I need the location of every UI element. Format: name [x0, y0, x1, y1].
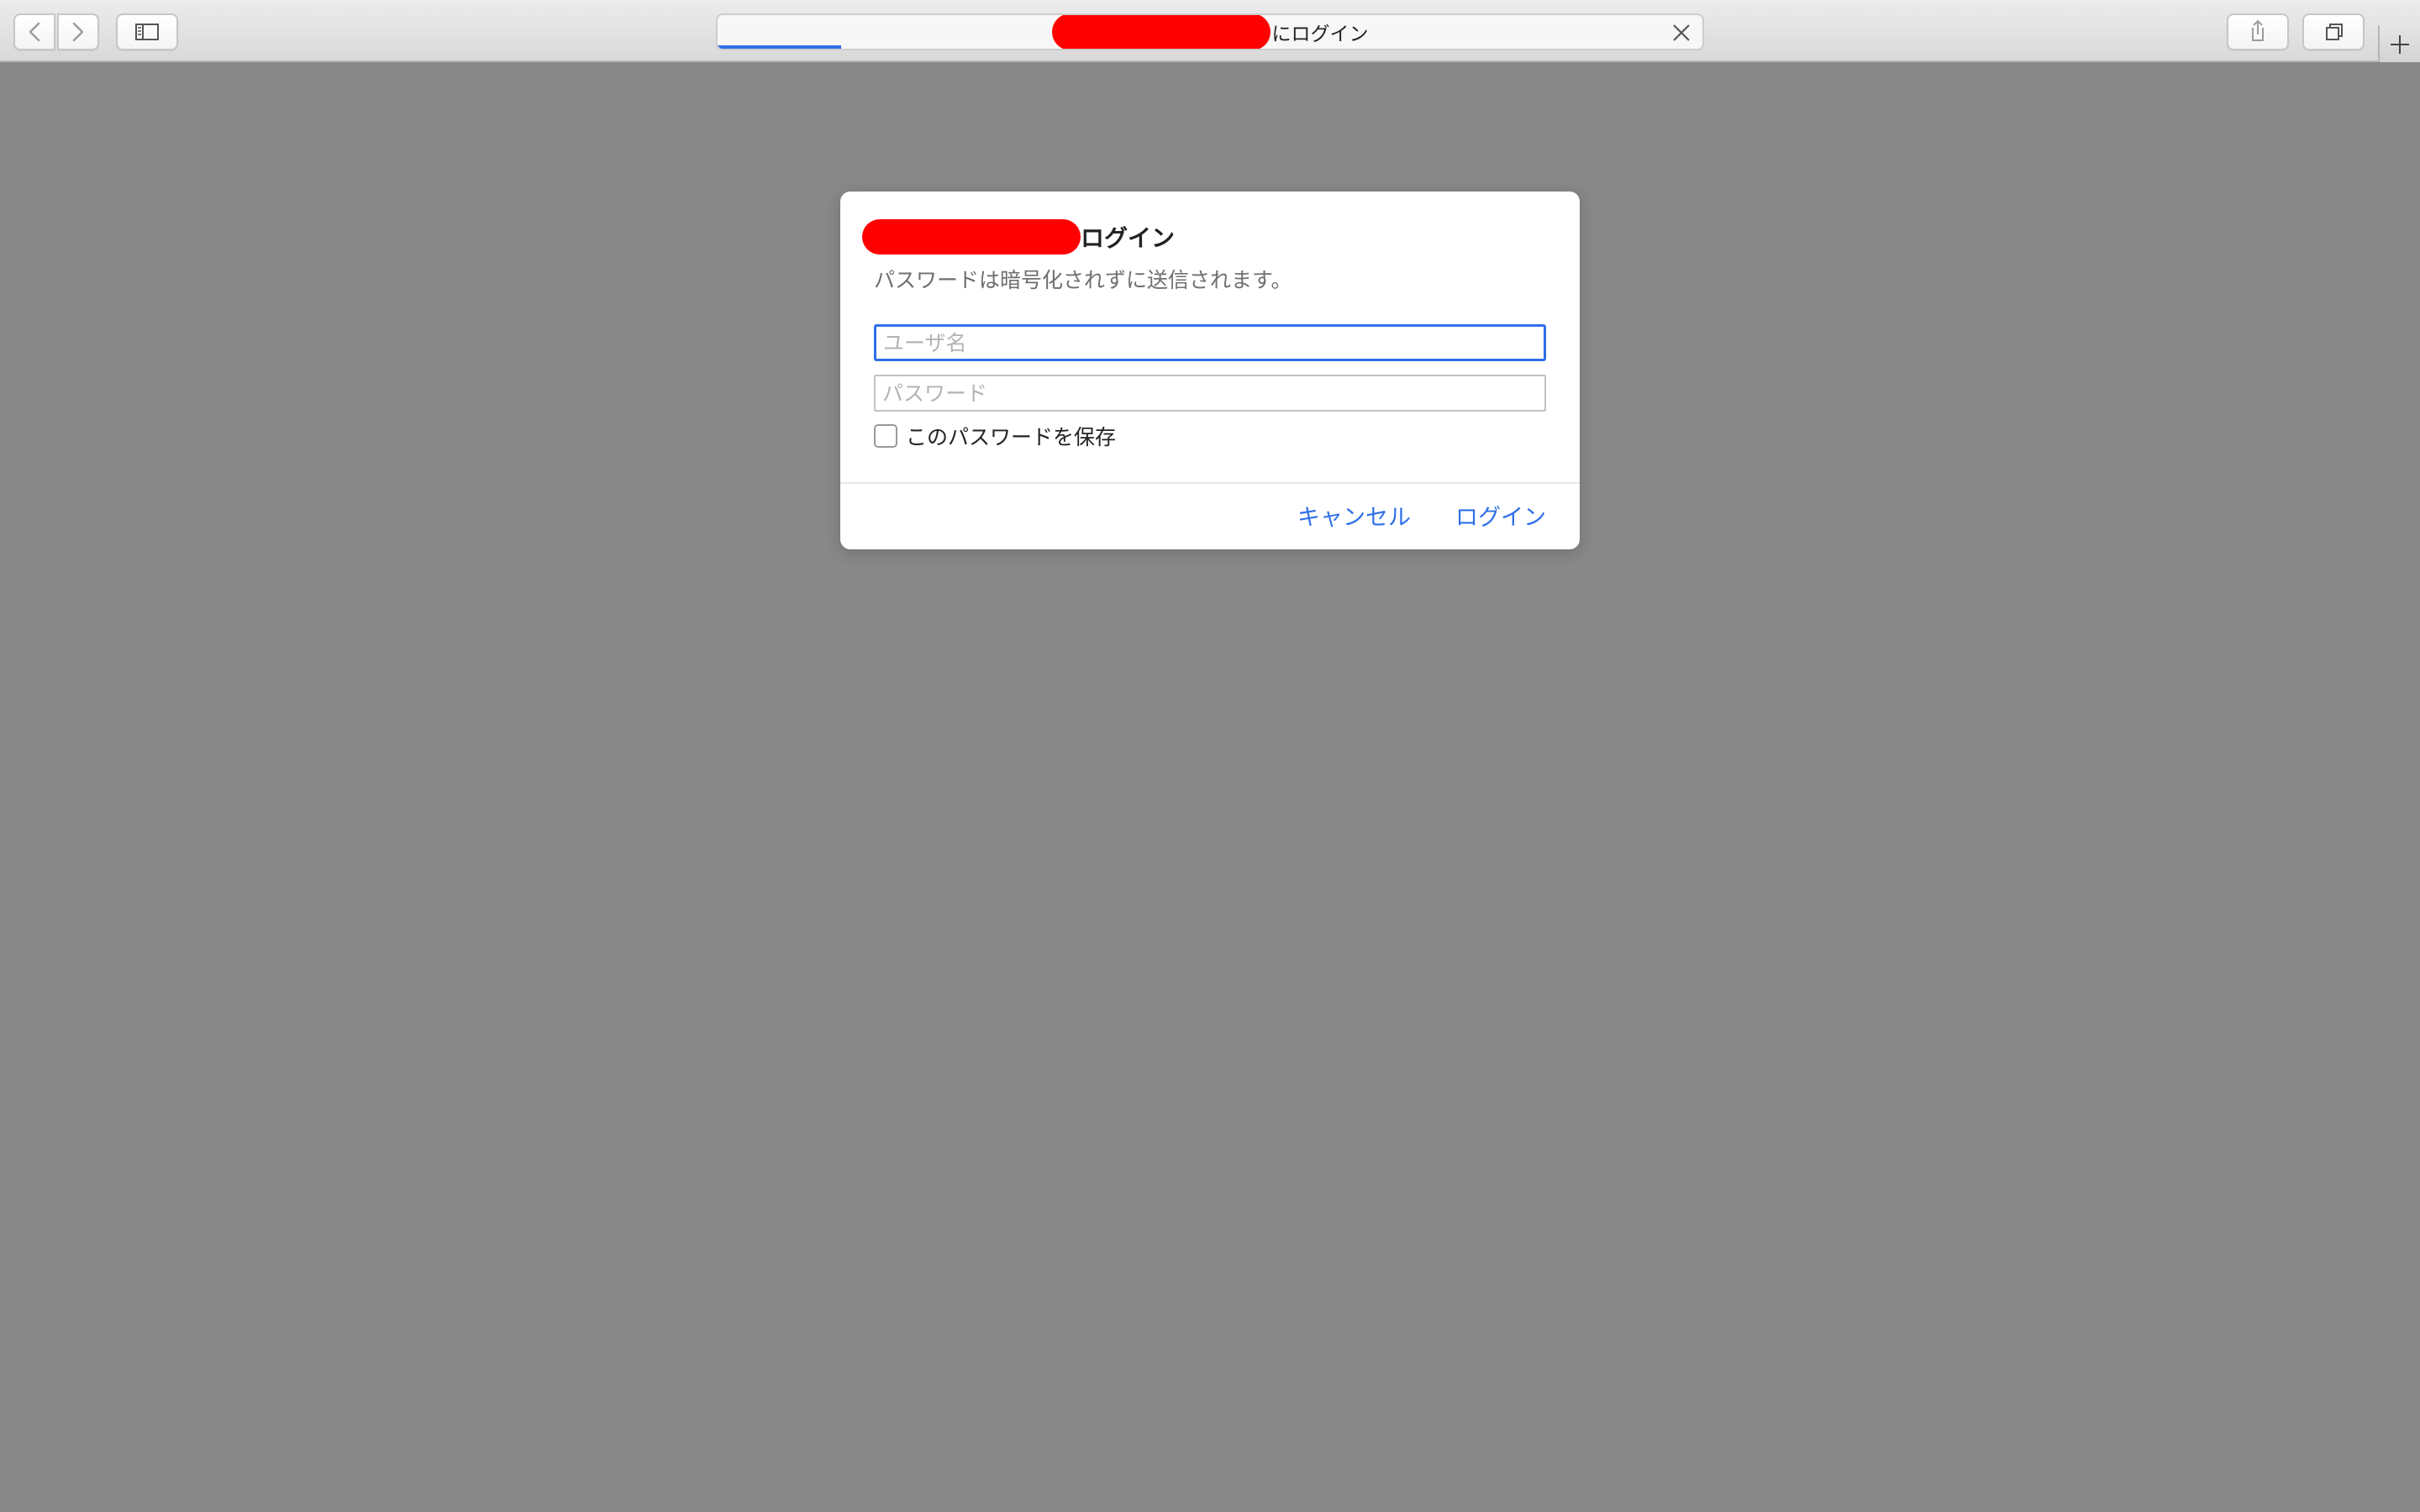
forward-button[interactable] [57, 13, 99, 50]
share-button[interactable] [2227, 13, 2289, 50]
redacted-site-name [862, 219, 1081, 255]
dialog-divider [840, 482, 1580, 484]
new-tab-button[interactable] [2378, 25, 2420, 64]
login-button[interactable]: ログイン [1455, 499, 1546, 532]
tab-title: にログイン [1271, 24, 1369, 45]
chevron-left-icon [29, 22, 40, 42]
cancel-button[interactable]: キャンセル [1297, 499, 1411, 532]
chevron-right-icon [72, 22, 84, 42]
save-password-checkbox[interactable] [874, 424, 897, 448]
back-button[interactable] [13, 13, 55, 50]
login-dialog: ログイン パスワードは暗号化されずに送信されます。 このパスワードを保存 キャン… [840, 192, 1580, 549]
dialog-title-text: ログイン [1081, 224, 1176, 252]
close-icon[interactable] [1670, 22, 1692, 44]
redacted-hostname [1051, 15, 1270, 49]
sidebar-icon [135, 24, 159, 40]
tab-overview-button[interactable] [2302, 13, 2365, 50]
address-bar[interactable]: にログイン [716, 13, 1704, 50]
dialog-subtitle: パスワードは暗号化されずに送信されます。 [874, 268, 1292, 292]
dialog-title: ログイン [862, 218, 1175, 255]
address-title: にログイン [718, 15, 1702, 49]
save-password-row[interactable]: このパスワードを保存 [874, 422, 1116, 450]
browser-toolbar: にログイン [0, 0, 2420, 64]
username-input[interactable] [874, 324, 1546, 361]
password-input[interactable] [874, 375, 1546, 412]
share-icon [2252, 19, 2264, 41]
tab-overview-icon [2326, 24, 2343, 40]
save-password-label: このパスワードを保存 [906, 425, 1117, 449]
sidebar-toggle-button[interactable] [116, 13, 178, 50]
plus-icon [2391, 35, 2409, 54]
